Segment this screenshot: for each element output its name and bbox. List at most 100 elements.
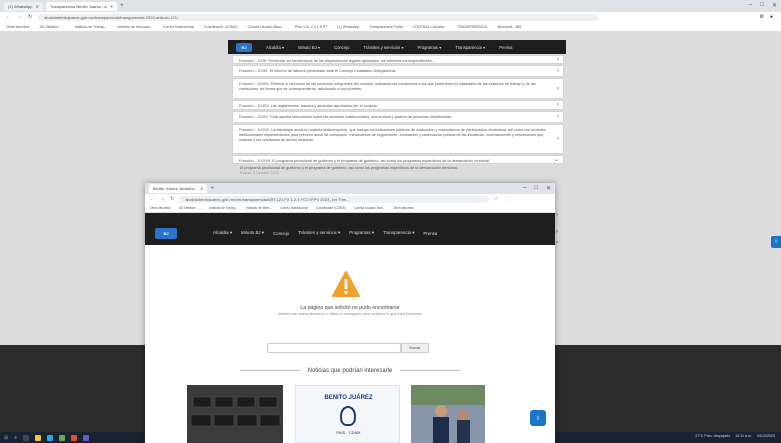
bookmark-item[interactable]: Cuenta Usuario Ban... [354, 206, 385, 210]
bookmark-item[interactable]: CONTRAL / Acceso... [413, 25, 448, 29]
bookmark-item[interactable]: Transparencia Portal [369, 25, 402, 29]
bookmark-item[interactable]: Instituto de Transp... [209, 206, 238, 210]
accordion-item[interactable]: Fracción – XXXII. El informe de labores … [232, 65, 564, 77]
chevron-right-icon[interactable]: › [557, 84, 559, 92]
close-window-icon[interactable]: ✕ [772, 2, 777, 9]
nav-item-prensa[interactable]: Prensa [423, 231, 437, 236]
bookmark-item[interactable]: (1) WhatsApp [337, 25, 359, 29]
bookmark-item[interactable]: AG Medidor - ... [179, 206, 202, 210]
news-card-3[interactable] [411, 385, 485, 443]
maximize-icon[interactable]: □ [534, 185, 538, 192]
nav-item-tramites[interactable]: Trámites y servicios ▾ [298, 230, 340, 236]
close-icon[interactable]: ✕ [35, 4, 38, 9]
nav-item-tramites[interactable]: Trámites y servicios ▾ [363, 45, 403, 50]
close-window-icon[interactable]: ✕ [546, 185, 551, 192]
accordion-item[interactable]: Fracción – XXXI. Presentar, en los térmi… [232, 55, 564, 64]
news-card-1[interactable] [187, 385, 283, 443]
bookmark-item[interactable]: Piso 3 AL 2.4 1.5 PT [295, 25, 328, 29]
chevron-right-icon[interactable]: › [557, 101, 559, 109]
reload-icon[interactable]: ↻ [28, 14, 32, 20]
nav-item-concejo[interactable]: Concejo [334, 45, 349, 50]
bookmark-item[interactable]: Coordinador (CDMX) [204, 25, 238, 29]
bookmark-item[interactable]: Coordinador (CDMX) [316, 206, 346, 210]
search-icon[interactable]: ⌕ [14, 435, 17, 441]
menu-icon[interactable]: ⋮ [504, 196, 509, 202]
back-icon[interactable]: ← [6, 14, 11, 20]
fg-tab-strip: Benito Juárez, Alcaldía... ✕ + – □ ✕ [145, 183, 555, 194]
nav-item-minuto[interactable]: Minuto BJ ▾ [241, 230, 264, 236]
nav-item-minuto[interactable]: Minuto BJ ▾ [298, 45, 320, 50]
teams-icon[interactable] [83, 434, 90, 441]
search-input[interactable] [267, 343, 401, 353]
nav-item-programas[interactable]: Programas ▾ [418, 45, 442, 50]
site-logo[interactable]: BJ [155, 228, 177, 239]
bookmark-item[interactable]: Correo Institucional [163, 25, 194, 29]
search-button[interactable]: Buscar [401, 343, 429, 353]
accordion-item[interactable]: Fracción – XXXVII. El programa provision… [232, 155, 564, 164]
bookmark-item[interactable]: Instituto de Transp... [75, 25, 108, 29]
star-icon[interactable]: ☆ [494, 196, 498, 202]
new-tab-icon[interactable]: + [210, 186, 214, 192]
accordion-item[interactable]: Fracción – XXXIII. Publicar el directori… [232, 78, 564, 99]
nav-item-transparencia[interactable]: Transparencia ▾ [455, 45, 485, 50]
extensions-icon[interactable]: ⚙ [759, 14, 763, 20]
nav-item-prensa[interactable]: Prensa [499, 45, 512, 50]
accordion-item-label: Fracción – XXXVII. El programa provision… [239, 159, 491, 163]
store-icon[interactable] [59, 434, 66, 441]
forward-icon[interactable]: → [160, 196, 165, 202]
bookmark-item[interactable]: Microsoft - 365 [498, 25, 522, 29]
nav-item-transparencia[interactable]: Transparencia ▾ [383, 230, 414, 236]
chevron-right-icon[interactable]: › [556, 240, 558, 246]
minimize-icon[interactable]: – [749, 2, 752, 9]
bookmark-item[interactable]: Otros favoritos [393, 206, 414, 210]
clock-time[interactable]: 10:11 a.m. [735, 434, 752, 438]
bookmark-item[interactable]: Correo Institucional [280, 206, 307, 210]
url-field[interactable]: alcaldiabenitojuarez.gob.mx/transparenci… [38, 13, 599, 21]
explorer-icon[interactable] [35, 434, 42, 441]
accordion-item[interactable]: Fracción – XXXVI. La estrategia anual en… [232, 124, 564, 154]
url-field[interactable]: alcaldiabenitojuarez.gob.mx/ver/transpar… [179, 195, 490, 203]
bookmark-item[interactable]: TRANSPARENCIA [457, 25, 487, 29]
info-side-button[interactable]: i [771, 236, 781, 248]
nav-item-alcaldia[interactable]: Alcaldía ▾ [213, 230, 232, 236]
chevron-right-icon[interactable]: › [557, 67, 559, 75]
bookmark-item[interactable]: Instituto de Mercado... [117, 25, 153, 29]
nav-item-programas[interactable]: Programas ▾ [349, 230, 374, 236]
news-card-2[interactable]: BENITO JUÁREZ PAÍS · CDMX [295, 385, 400, 443]
chrome-icon[interactable] [71, 434, 78, 441]
bg-tab-transparencia[interactable]: Transparencia Benito Juárez - A ✕ [45, 1, 118, 11]
close-icon[interactable]: ✕ [200, 186, 203, 191]
reload-icon[interactable]: ↻ [170, 196, 174, 202]
profile-icon[interactable]: ● [770, 14, 773, 20]
bg-tab-whatsapp[interactable]: (1) WhatsApp ✕ [4, 1, 43, 11]
chevron-right-icon[interactable]: › [556, 229, 558, 235]
weather-text[interactable]: 27°C Pres. despejado [695, 434, 730, 438]
accordion-item[interactable]: Fracción – XXXV. Toda aquella informació… [232, 111, 564, 123]
chevron-right-icon[interactable]: › [556, 212, 558, 218]
chevron-down-icon[interactable]: ⌄ [554, 156, 559, 163]
site-logo[interactable]: BJ [236, 42, 252, 52]
nav-item-alcaldia[interactable]: Alcaldía ▾ [266, 45, 284, 50]
new-tab-icon[interactable]: + [120, 3, 124, 9]
maximize-icon[interactable]: □ [760, 2, 764, 9]
chevron-right-icon[interactable]: › [557, 56, 559, 63]
close-icon[interactable]: ✕ [110, 4, 113, 9]
chevron-right-icon[interactable]: › [557, 135, 559, 143]
back-icon[interactable]: ← [150, 196, 155, 202]
forward-icon[interactable]: → [17, 14, 22, 20]
minimize-icon[interactable]: – [523, 185, 526, 192]
chevron-right-icon[interactable]: › [557, 113, 559, 121]
fg-tab[interactable]: Benito Juárez, Alcaldía... ✕ [149, 184, 208, 193]
bookmark-item[interactable]: Instituto de Merc... [246, 206, 272, 210]
bookmark-item[interactable]: Otros favoritos [6, 25, 29, 29]
info-chat-button[interactable]: i [530, 410, 546, 426]
start-icon[interactable]: ⊞ [4, 435, 8, 441]
nav-item-concejo[interactable]: Concejo [273, 231, 289, 236]
bookmark-item[interactable]: Otros favoritos [150, 206, 171, 210]
bookmark-item[interactable]: Cuenta Usuario Banc... [248, 25, 285, 29]
bookmark-item[interactable]: AG Medidor - ... [39, 25, 64, 29]
accordion-item[interactable]: Fracción – XXXIV. Los reglamentos, bando… [232, 100, 564, 110]
edge-icon[interactable] [47, 434, 54, 441]
taskview-icon[interactable] [23, 434, 30, 441]
clock-date[interactable]: 03/10/2023 [757, 434, 775, 438]
